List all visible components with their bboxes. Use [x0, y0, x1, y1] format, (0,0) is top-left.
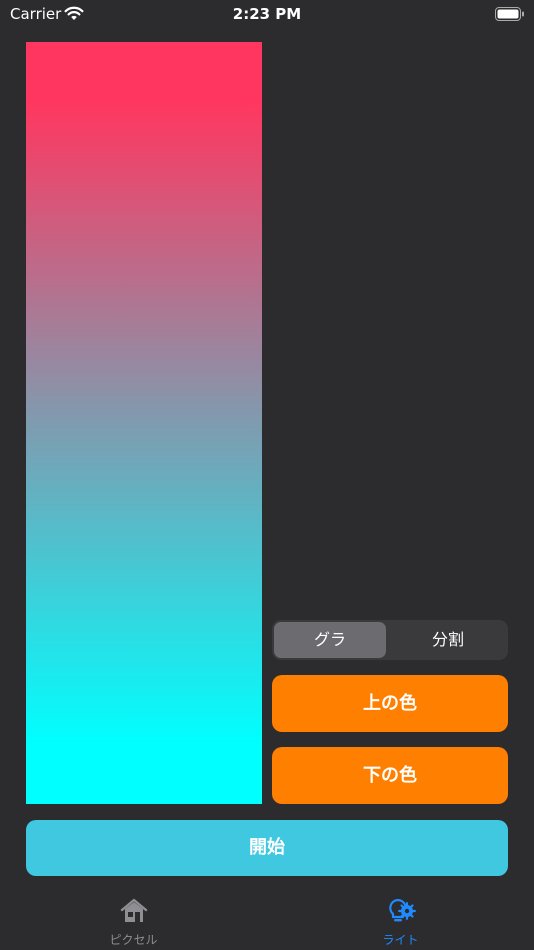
tab-bar: ピクセル ライト [0, 890, 534, 950]
status-time: 2:23 PM [232, 5, 302, 23]
bottom-color-button[interactable]: 下の色 [272, 747, 508, 804]
battery-icon [495, 7, 524, 21]
start-button[interactable]: 開始 [26, 820, 508, 876]
segment-split[interactable]: 分割 [390, 622, 506, 658]
tab-pixel-label: ピクセル [109, 933, 158, 947]
lightbulb-gear-icon [389, 898, 416, 922]
mode-segmented-control: グラ 分割 [272, 620, 508, 660]
gradient-preview [26, 42, 262, 804]
top-color-button[interactable]: 上の色 [272, 675, 508, 732]
tab-light-label: ライト [382, 933, 419, 947]
tab-light[interactable]: ライト [267, 890, 534, 950]
segment-gradient[interactable]: グラ [274, 622, 386, 658]
tab-pixel[interactable]: ピクセル [0, 890, 267, 950]
status-bar: Carrier 2:23 PM [0, 0, 534, 30]
house-icon [120, 898, 148, 922]
